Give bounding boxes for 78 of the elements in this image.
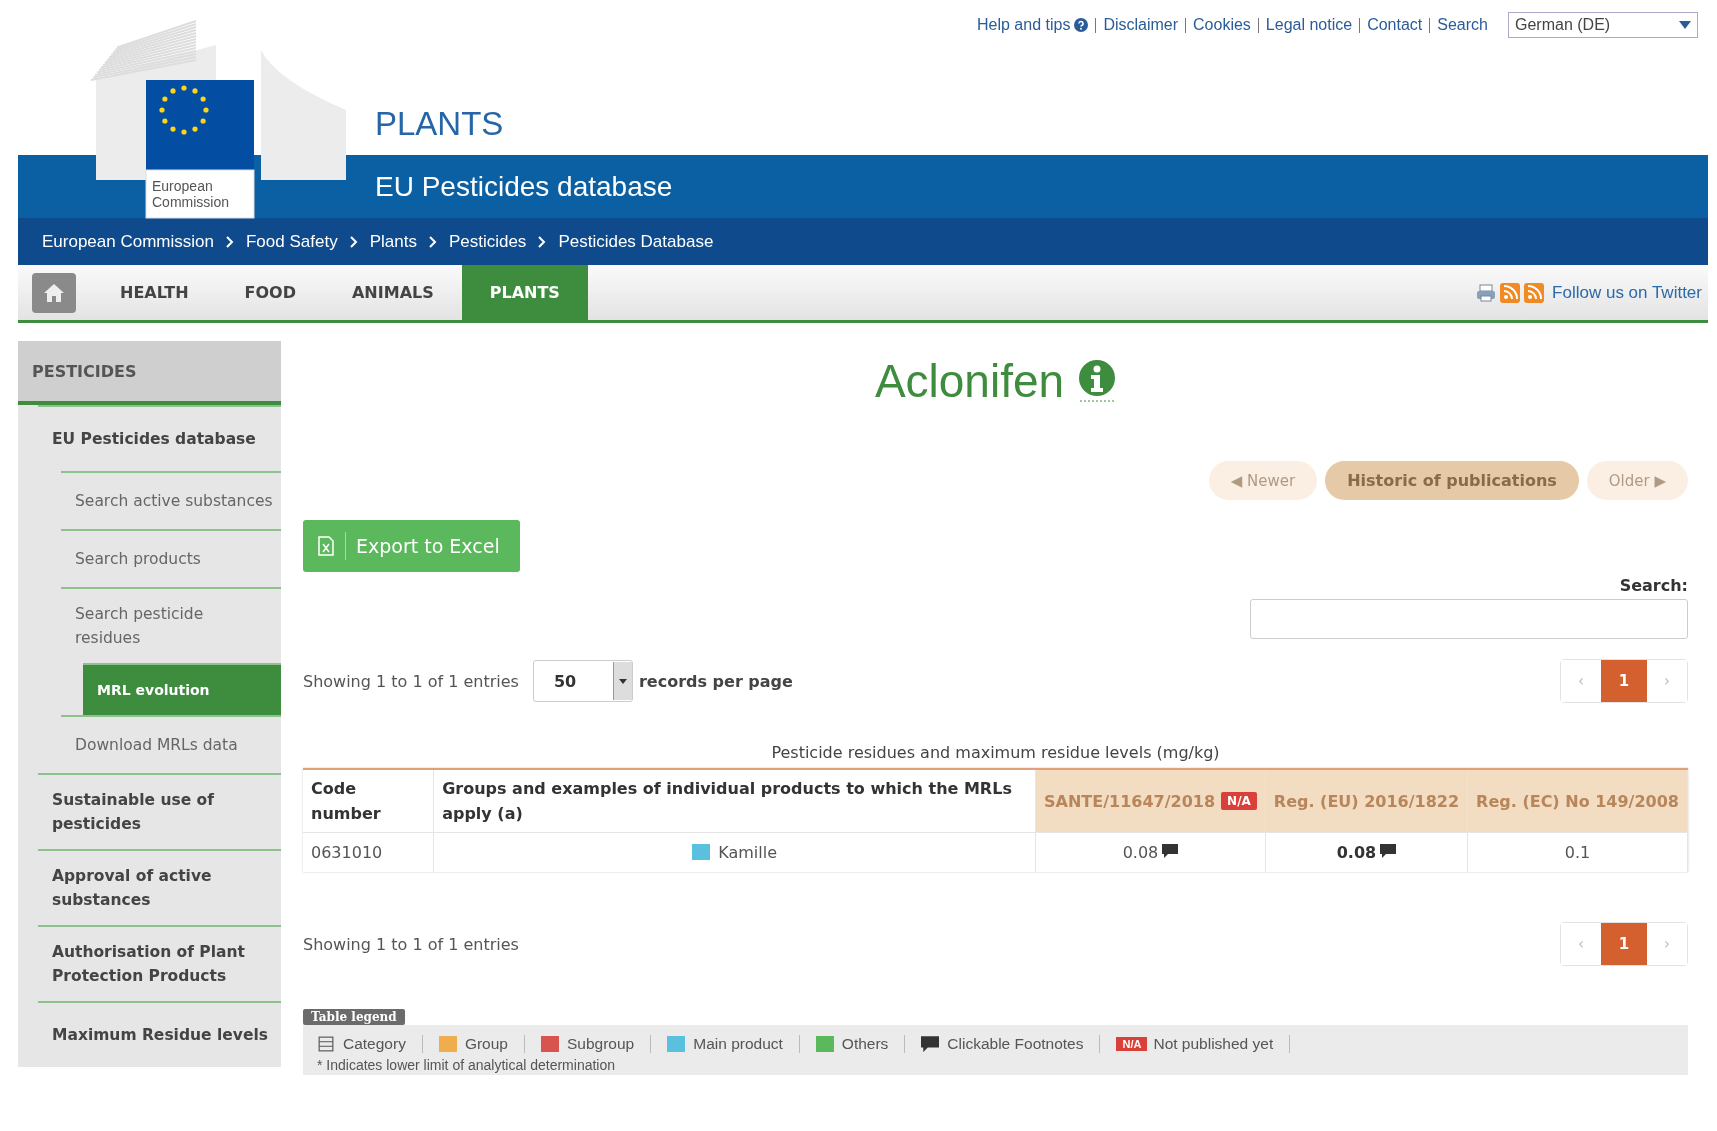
table-cell: 0.08 bbox=[1265, 832, 1468, 872]
column-header: Groups and examples of individual products to which the MRLs apply (a) bbox=[433, 769, 1036, 833]
header-link[interactable]: Cookies bbox=[1193, 16, 1251, 34]
site-title: PLANTS bbox=[375, 105, 504, 143]
status-badge: N/A bbox=[1116, 1037, 1148, 1051]
sidebar-item[interactable]: EU Pesticides database bbox=[38, 405, 281, 471]
table-cell: 0631010 bbox=[303, 832, 434, 872]
page-button[interactable]: 1 bbox=[1601, 660, 1647, 702]
table-caption: Pesticide residues and maximum residue levels (mg/kg) bbox=[770, 743, 1221, 762]
comment-icon[interactable] bbox=[1380, 844, 1397, 858]
sidebar-title: PESTICIDES bbox=[18, 341, 281, 405]
chevron-icon bbox=[349, 235, 358, 248]
column-header: SANTE/11647/2018 $^{N/A}$ bbox=[1035, 769, 1266, 833]
chevron-icon bbox=[428, 235, 437, 248]
nav-tab[interactable]: ANIMALS bbox=[324, 265, 462, 320]
info-icon bbox=[1078, 359, 1117, 403]
entries-info: Showing 1 to 1 of 1 entries bbox=[303, 671, 519, 691]
sidebar-item[interactable]: Maximum Residue levels bbox=[38, 1001, 281, 1067]
sidebar-item[interactable]: Search products bbox=[61, 529, 281, 587]
entries-info: Showing 1 to 1 of 1 entries bbox=[303, 934, 519, 954]
home-icon bbox=[43, 283, 65, 303]
header-link[interactable]: Legal notice bbox=[1265, 16, 1353, 34]
caret-icon bbox=[618, 678, 627, 684]
language-select[interactable]: German (DE) bbox=[1508, 12, 1698, 38]
table-icon bbox=[317, 1036, 335, 1052]
status-badge: N/A bbox=[1221, 791, 1257, 810]
column-header: Reg. (EU) 2016/1822 bbox=[1265, 769, 1468, 833]
column-header: Code number bbox=[303, 769, 434, 833]
legend-label: Not published yet bbox=[1153, 1035, 1274, 1053]
sidebar-item[interactable]: Search active substances bbox=[61, 471, 281, 529]
legend-label: Group bbox=[464, 1035, 508, 1053]
twitter-link[interactable]: Follow us on Twitter bbox=[1552, 282, 1702, 303]
nav-tab[interactable]: PLANTS bbox=[461, 265, 588, 320]
legend-label: Category bbox=[343, 1035, 406, 1053]
breadcrumb-link[interactable]: Plants bbox=[369, 231, 417, 252]
chevron-icon bbox=[538, 235, 547, 248]
sidebar-item[interactable]: Download MRLs data bbox=[61, 715, 281, 773]
nav-tab[interactable]: FOOD bbox=[216, 265, 324, 320]
print-icon bbox=[1476, 283, 1497, 302]
search-label: Search: bbox=[1619, 576, 1688, 595]
spreadsheet-icon bbox=[317, 536, 335, 556]
comment-icon bbox=[921, 1036, 940, 1052]
search-field[interactable] bbox=[1250, 599, 1688, 639]
nav-tab[interactable]: HEALTH bbox=[92, 265, 217, 320]
page-title: Aclonifen bbox=[874, 354, 1065, 408]
caret-icon bbox=[1679, 21, 1691, 29]
comment-icon[interactable] bbox=[1162, 844, 1179, 858]
legend-label: Clickable Footnotes bbox=[947, 1035, 1084, 1053]
help-icon bbox=[1074, 18, 1089, 32]
column-header: Reg. (EC) No 149/2008 bbox=[1467, 769, 1688, 833]
home-button[interactable] bbox=[32, 273, 76, 313]
header-link[interactable]: Contact bbox=[1367, 16, 1423, 34]
breadcrumb-link[interactable]: European Commission bbox=[42, 231, 214, 252]
header-link[interactable]: Help and tips bbox=[977, 16, 1089, 34]
legend-note: * Indicates lower limit of analytical determination bbox=[317, 1057, 617, 1073]
page-size-select[interactable]: 50 bbox=[532, 660, 633, 702]
table-cell: 0.08 bbox=[1035, 832, 1266, 872]
page-button[interactable]: 1 bbox=[1601, 923, 1647, 965]
sidebar-item[interactable]: Sustainable use of pesticides bbox=[38, 773, 281, 849]
sidebar-item[interactable]: MRL evolution bbox=[83, 663, 281, 715]
rss-icon bbox=[1500, 282, 1521, 303]
rss-icon bbox=[1524, 282, 1545, 303]
legend-label: Others bbox=[841, 1035, 889, 1053]
chevron-icon bbox=[225, 235, 234, 248]
page-size-label: records per page bbox=[638, 671, 793, 691]
table-cell: 0.1 bbox=[1467, 832, 1688, 872]
breadcrumb-link[interactable]: Pesticides bbox=[448, 231, 527, 252]
sidebar-item[interactable]: Authorisation of Plant Protection Products bbox=[38, 925, 281, 1001]
legend-label: Subgroup bbox=[567, 1035, 635, 1053]
legend-title: Table legend bbox=[303, 1009, 405, 1025]
table-cell: Kamille bbox=[433, 832, 1036, 872]
site-subtitle: EU Pesticides database bbox=[375, 170, 673, 203]
breadcrumb-link[interactable]: Pesticides Database bbox=[558, 231, 714, 252]
header-link[interactable]: Disclaimer bbox=[1103, 16, 1179, 34]
header-link[interactable]: Search bbox=[1437, 16, 1488, 34]
legend-label: Main product bbox=[693, 1035, 783, 1053]
sidebar-item[interactable]: Approval of active substances bbox=[38, 849, 281, 925]
breadcrumb-link[interactable]: Food Safety bbox=[245, 231, 338, 252]
